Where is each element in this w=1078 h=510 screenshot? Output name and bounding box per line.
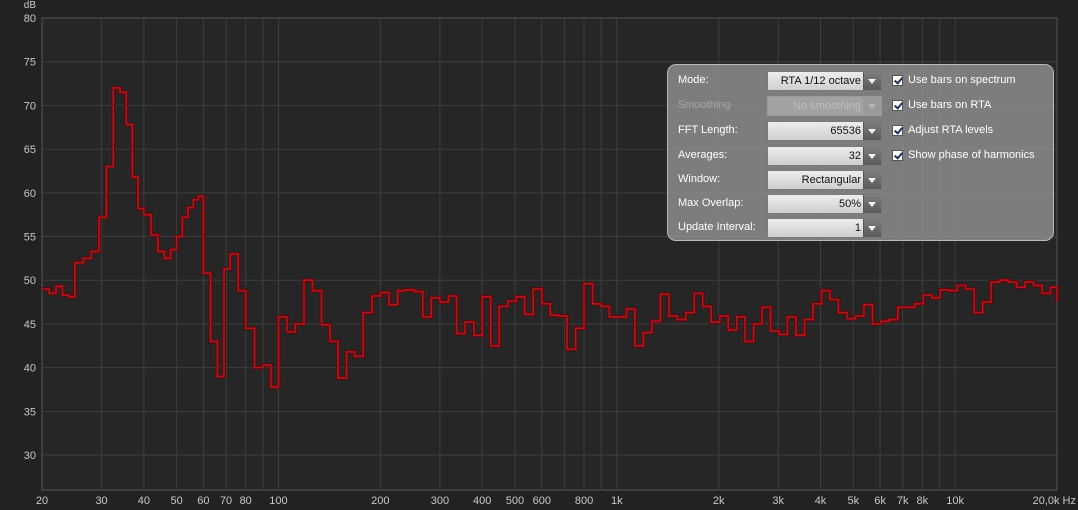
window-dropdown[interactable]: Rectangular <box>767 170 882 190</box>
averages-row: Averages: 32 <box>678 146 883 166</box>
update-interval-label: Update Interval: <box>678 221 756 233</box>
x-tick-label: 40 <box>138 495 150 507</box>
x-tick-label: 30 <box>95 495 107 507</box>
use-bars-on-rta-label: Use bars on RTA <box>908 99 992 111</box>
checkbox-checked-icon[interactable] <box>892 75 903 86</box>
chevron-down-icon[interactable] <box>863 72 881 90</box>
x-tick-label: 4k <box>815 495 827 507</box>
y-tick-label: 45 <box>24 319 36 331</box>
checkbox-checked-icon[interactable] <box>892 125 903 136</box>
x-tick-label: 5k <box>847 495 859 507</box>
averages-label: Averages: <box>678 149 728 161</box>
x-tick-label: 1k <box>611 495 623 507</box>
show-phase-of-harmonics-label: Show phase of harmonics <box>908 149 1035 161</box>
x-tick-label: 200 <box>371 495 389 507</box>
y-tick-label: 65 <box>24 144 36 156</box>
chevron-down-icon[interactable] <box>863 219 881 237</box>
y-tick-label: 60 <box>24 188 36 200</box>
use-bars-on-spectrum-label: Use bars on spectrum <box>908 74 1016 86</box>
x-tick-label: 20,0k Hz <box>1033 495 1076 507</box>
x-tick-label: 60 <box>197 495 209 507</box>
fft-length-dropdown[interactable]: 65536 <box>767 121 882 141</box>
fft-length-row: FFT Length: 65536 <box>678 121 883 141</box>
y-tick-label: 30 <box>24 450 36 462</box>
y-tick-label: 40 <box>24 363 36 375</box>
show-phase-of-harmonics-checkbox[interactable]: Show phase of harmonics <box>892 149 1052 165</box>
fft-length-label: FFT Length: <box>678 124 738 136</box>
mode-value: RTA 1/12 octave <box>780 75 861 87</box>
window-value: Rectangular <box>801 174 861 186</box>
x-tick-label: 8k <box>917 495 929 507</box>
rta-settings-panel: Mode: RTA 1/12 octave Smoothing No smoot… <box>667 64 1054 241</box>
x-tick-label: 800 <box>575 495 593 507</box>
window-label: Window: <box>678 173 721 185</box>
mode-dropdown[interactable]: RTA 1/12 octave <box>767 71 882 91</box>
x-tick-label: 10k <box>946 495 964 507</box>
fft-length-value: 65536 <box>830 125 861 137</box>
averages-value: 32 <box>848 150 861 162</box>
x-tick-label: 7k <box>897 495 909 507</box>
chevron-down-icon <box>863 97 881 115</box>
chevron-down-icon[interactable] <box>863 171 881 189</box>
window-row: Window: Rectangular <box>678 170 883 190</box>
use-bars-on-spectrum-checkbox[interactable]: Use bars on spectrum <box>892 74 1052 90</box>
smoothing-label: Smoothing <box>678 99 731 111</box>
x-tick-label: 300 <box>431 495 449 507</box>
chevron-down-icon[interactable] <box>863 147 881 165</box>
x-tick-label: 500 <box>506 495 524 507</box>
max-overlap-value: 50% <box>838 198 861 210</box>
y-tick-label: 80 <box>24 13 36 25</box>
y-tick-label: 75 <box>24 57 36 69</box>
y-tick-label: 50 <box>24 275 36 287</box>
x-tick-label: 400 <box>473 495 491 507</box>
y-tick-label: 35 <box>24 406 36 418</box>
x-tick-label: 70 <box>220 495 232 507</box>
mode-label: Mode: <box>678 74 709 86</box>
update-interval-dropdown[interactable]: 1 <box>767 218 882 238</box>
adjust-rta-levels-checkbox[interactable]: Adjust RTA levels <box>892 124 1052 140</box>
update-interval-value: 1 <box>854 222 861 234</box>
smoothing-dropdown: No smoothing <box>767 96 882 116</box>
averages-dropdown[interactable]: 32 <box>767 146 882 166</box>
x-tick-label: 3k <box>772 495 784 507</box>
checkbox-checked-icon[interactable] <box>892 100 903 111</box>
use-bars-on-rta-checkbox[interactable]: Use bars on RTA <box>892 99 1052 115</box>
x-tick-label: 20 <box>36 495 48 507</box>
smoothing-value: No smoothing <box>793 100 861 112</box>
max-overlap-dropdown[interactable]: 50% <box>767 194 882 214</box>
chevron-down-icon[interactable] <box>863 122 881 140</box>
x-tick-label: 600 <box>533 495 551 507</box>
y-axis-label: dB <box>24 0 37 11</box>
adjust-rta-levels-label: Adjust RTA levels <box>908 124 994 136</box>
smoothing-row: Smoothing No smoothing <box>678 96 883 116</box>
update-interval-row: Update Interval: 1 <box>678 218 883 238</box>
max-overlap-row: Max Overlap: 50% <box>678 194 883 214</box>
y-tick-label: 70 <box>24 100 36 112</box>
x-tick-label: 2k <box>713 495 725 507</box>
x-tick-label: 100 <box>269 495 287 507</box>
checkbox-checked-icon[interactable] <box>892 150 903 161</box>
chevron-down-icon[interactable] <box>863 195 881 213</box>
mode-row: Mode: RTA 1/12 octave <box>678 71 883 91</box>
y-tick-label: 55 <box>24 232 36 244</box>
x-tick-label: 50 <box>171 495 183 507</box>
max-overlap-label: Max Overlap: <box>678 197 744 209</box>
x-tick-label: 80 <box>240 495 252 507</box>
x-tick-label: 6k <box>874 495 886 507</box>
